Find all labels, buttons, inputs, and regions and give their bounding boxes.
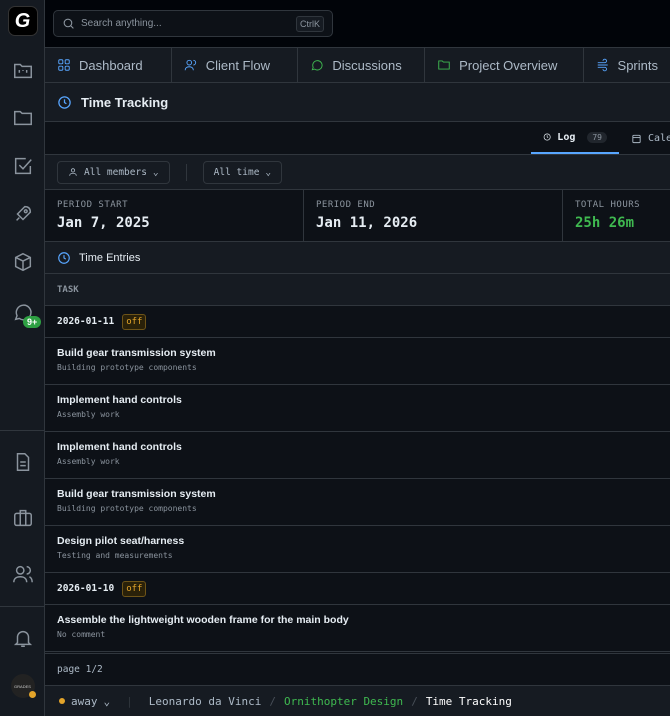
checkbox-icon (14, 157, 32, 175)
top-bar: Search anything... CtrlK (45, 0, 670, 47)
wind-icon (597, 58, 608, 72)
clock-icon (58, 251, 70, 264)
status-badge: off (122, 313, 147, 330)
grid-icon (58, 59, 70, 71)
tab-discussions[interactable]: Discussions (298, 48, 426, 82)
list-item[interactable]: Assemble the lightweight wooden frame fo… (45, 605, 670, 652)
date-group-header: 2026-01-11 off (45, 306, 670, 338)
app-logo[interactable]: G (0, 4, 45, 38)
date-group-header: 2026-01-10 off (45, 573, 670, 605)
divider (185, 163, 187, 181)
entries-list: 2026-01-11 off Build gear transmission sys… (45, 306, 670, 652)
briefcase-icon (13, 509, 32, 527)
tab-project-overview[interactable]: Project Overview (425, 48, 584, 82)
sidebar-item-files[interactable] (0, 101, 45, 135)
search-input[interactable]: Search anything... CtrlK (53, 10, 333, 37)
stats-bar: PERIOD START Jan 7, 2025 PERIOD END Jan 11… (45, 190, 670, 242)
chevron-down-icon: ⌄ (265, 166, 272, 178)
chevron-down-icon: ⌄ (103, 694, 111, 708)
chat-icon (311, 60, 323, 71)
status-badge: off (122, 580, 147, 597)
tab-dashboard[interactable]: Dashboard (45, 48, 172, 82)
document-icon (16, 453, 29, 471)
time-filter[interactable]: All time ⌄ (202, 160, 283, 184)
sidebar-item-packages[interactable] (0, 245, 45, 279)
presence-selector[interactable]: away ⌄ (59, 695, 110, 708)
sidebar-item-docs[interactable] (0, 445, 45, 479)
divider (0, 606, 45, 607)
tab-log[interactable]: Log 79 (531, 122, 619, 154)
sidebar-item-launch[interactable] (0, 197, 45, 231)
rocket-icon (15, 205, 31, 221)
calendar-icon (632, 134, 641, 143)
page-header: Time Tracking (45, 83, 670, 122)
user-avatar-button[interactable]: GRADES (0, 669, 45, 703)
cube-icon (14, 252, 31, 272)
shortcut-hint: CtrlK (296, 15, 324, 32)
clock-icon (58, 95, 71, 109)
breadcrumb-project[interactable]: Ornithopter Design (284, 695, 403, 708)
divider (0, 430, 45, 431)
entries-header: Time Entries (45, 242, 670, 274)
folder-icon (13, 110, 32, 126)
breadcrumb-sep: / (269, 694, 276, 708)
users-icon (12, 565, 33, 583)
tab-sprints[interactable]: Sprints (584, 48, 670, 82)
breadcrumb-sep: / (411, 694, 418, 708)
pagination: page 1/2 (45, 653, 670, 686)
search-icon (63, 18, 74, 29)
nav-tabs: Dashboard Client Flow Discussions Projec… (45, 47, 670, 83)
list-item[interactable]: Implement hand controls Assembly work (45, 385, 670, 432)
tab-calendar[interactable]: Calendar (619, 122, 670, 154)
stat-period-end: PERIOD END Jan 11, 2026 (304, 190, 563, 241)
breadcrumb-current: Time Tracking (425, 694, 512, 708)
list-item[interactable]: Build gear transmission system Building p… (45, 338, 670, 385)
stat-total-hours: TOTAL HOURS 25h 26m (575, 200, 641, 231)
list-item[interactable]: Design pilot seat/harness Testing and mea… (45, 526, 670, 573)
sidebar-item-portfolio[interactable] (0, 501, 45, 535)
user-icon (69, 168, 77, 176)
kanban-folder-icon (13, 63, 32, 79)
clock-icon (543, 133, 551, 141)
sidebar-item-tasks[interactable] (0, 149, 45, 183)
sidebar: G 9+ GRADES (0, 0, 45, 716)
stat-period-start: PERIOD START Jan 7, 2025 (45, 190, 304, 241)
filters-bar: All members ⌄ All time ⌄ (45, 155, 670, 190)
chevron-down-icon: ⌄ (152, 166, 159, 178)
view-tabs: Log79 Calendar (45, 122, 670, 155)
users-icon (184, 59, 196, 71)
list-item[interactable]: Build gear transmission system Building p… (45, 479, 670, 526)
folder-icon (438, 60, 450, 70)
page-title: Time Tracking (81, 94, 169, 110)
breadcrumb-user[interactable]: Leonardo da Vinci (149, 695, 262, 708)
divider: | (126, 694, 133, 708)
presence-dot (28, 691, 36, 698)
members-filter[interactable]: All members ⌄ (57, 160, 170, 184)
sidebar-item-projects[interactable] (0, 53, 45, 87)
tab-client-flow[interactable]: Client Flow (172, 48, 299, 82)
status-bar: away ⌄ | Leonardo da Vinci / Ornithopter D… (45, 686, 670, 716)
avatar: GRADES (10, 674, 36, 698)
notifications-button[interactable] (0, 621, 45, 655)
list-item[interactable]: Implement hand controls Assembly work (45, 432, 670, 479)
log-count-badge: 79 (587, 131, 607, 143)
column-header-task: TASK (45, 274, 670, 306)
sidebar-item-team[interactable] (0, 557, 45, 591)
bell-icon (13, 630, 32, 647)
presence-dot (59, 698, 65, 704)
chat-badge: 9+ (23, 316, 42, 328)
